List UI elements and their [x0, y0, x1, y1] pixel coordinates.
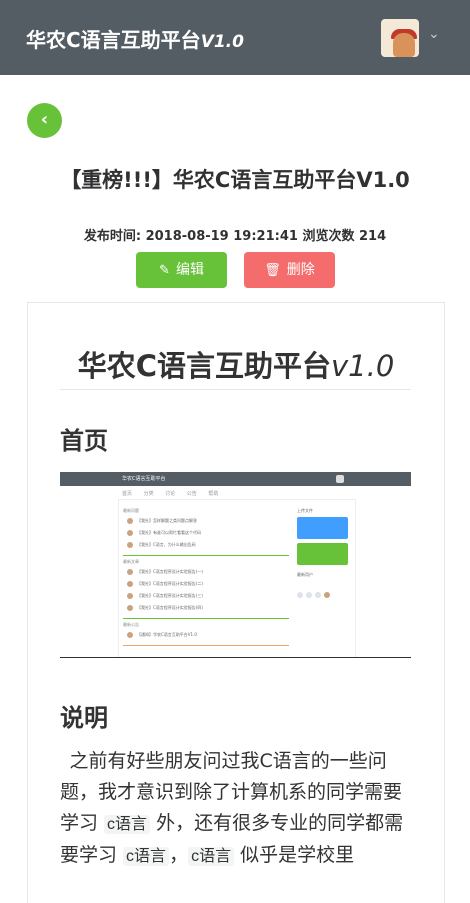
screenshot-side-label: 最新用户 [297, 572, 313, 577]
screenshot-blue-block [297, 517, 348, 539]
post-page: ‹ 【重榜!!!】华农C语言互助平台V1.0 发布时间: 2018-08-19 … [0, 75, 470, 903]
content-heading-text: 华农C语言互助平台 [77, 349, 331, 383]
screenshot-divider [123, 618, 289, 619]
screenshot-user-avatars [297, 583, 333, 602]
heading-divider [60, 389, 411, 390]
screenshot-section-title: 最新问题 [123, 508, 139, 513]
screenshot-list-item: 【我社】C语言程序设计实验报告(一) [127, 569, 277, 577]
views-label: 浏览次数 [302, 229, 355, 244]
screenshot-navbar: 华农C语言互助平台 [60, 472, 411, 486]
edit-label: 编辑 [175, 262, 204, 278]
screenshot-list-item: 【我社】怎样解题之类问题点解答 [127, 518, 277, 526]
chevron-left-icon: ‹ [40, 109, 49, 130]
views-count: 214 [359, 229, 387, 244]
publish-label: 发布时间: [83, 229, 142, 244]
content-heading-version: v1.0 [331, 349, 395, 383]
user-avatar[interactable] [381, 19, 419, 57]
brand-version: V1.0 [200, 32, 244, 52]
screenshot-list-item: 【我社】C语言程序设计实验报告(二) [127, 581, 277, 589]
trash-icon: 🗑 [264, 263, 281, 278]
publish-date: 2018-08-19 19:21:41 [145, 229, 298, 244]
back-button[interactable]: ‹ [27, 103, 62, 138]
screenshot-avatar [336, 475, 344, 483]
brand-title[interactable]: 华农C语言互助平台V1.0 [26, 24, 244, 53]
delete-button[interactable]: 🗑 删除 [244, 252, 335, 288]
section-homepage-heading: 首页 [60, 427, 108, 455]
top-navbar: 华农C语言互助平台V1.0 ⌄ [0, 0, 470, 75]
screenshot-list-item: 【通知】华农C语言互助平台V1.0 [127, 632, 277, 640]
screenshot-main: 最新问题 【我社】怎样解题之类问题点解答 【我社】有谁可以帮忙看看这个代码 【我… [118, 499, 356, 658]
content-heading: 华农C语言互助平台v1.0 [28, 343, 444, 385]
chevron-down-icon[interactable]: ⌄ [428, 26, 440, 42]
screenshot-list-item: 【我社】C语言，为什么输出乱码 [127, 542, 277, 550]
screenshot-side-label: 上传文件 [297, 508, 313, 513]
post-content-card: 华农C语言互助平台v1.0 首页 华农C语言互助平台 首页 分类 讨论 公告 帮… [27, 302, 445, 903]
screenshot-bottom-border [60, 657, 411, 658]
brand-text: 华农C语言互助平台 [26, 28, 201, 52]
post-meta: 发布时间: 2018-08-19 19:21:41 浏览次数 214 [0, 225, 470, 244]
screenshot-divider [123, 555, 289, 556]
post-title: 【重榜!!!】华农C语言互助平台V1.0 [60, 168, 410, 192]
description-paragraph: 之前有好些朋友问过我C语言的一些问题，我才意识到除了计算机系的同学需要学习 c语… [60, 750, 404, 866]
inline-code: c语言 [123, 847, 170, 866]
screenshot-list-item: 【我社】C语言程序设计实验报告(四) [127, 605, 277, 613]
edit-icon: ✎ [159, 263, 170, 278]
screenshot-list-item: 【我社】C语言程序设计实验报告(三) [127, 593, 277, 601]
screenshot-green-block [297, 543, 348, 565]
section-description-heading: 说明 [60, 704, 108, 732]
inline-code: c语言 [188, 847, 235, 866]
screenshot-section-title: 最新公告 [123, 622, 139, 627]
inline-code: c语言 [104, 815, 151, 834]
screenshot-list-item: 【我社】有谁可以帮忙看看这个代码 [127, 530, 277, 538]
delete-label: 删除 [286, 262, 315, 278]
avatar-face-shape [393, 33, 415, 57]
edit-button[interactable]: ✎ 编辑 [136, 252, 227, 288]
screenshot-tabs: 首页 分类 讨论 公告 帮助 [122, 491, 219, 497]
screenshot-divider [123, 645, 289, 646]
screenshot-section-title: 最新文章 [123, 559, 139, 564]
screenshot-brand: 华农C语言互助平台 [122, 476, 166, 482]
homepage-screenshot-image: 华农C语言互助平台 首页 分类 讨论 公告 帮助 最新问题 【我社】怎样解题之类… [60, 472, 411, 658]
